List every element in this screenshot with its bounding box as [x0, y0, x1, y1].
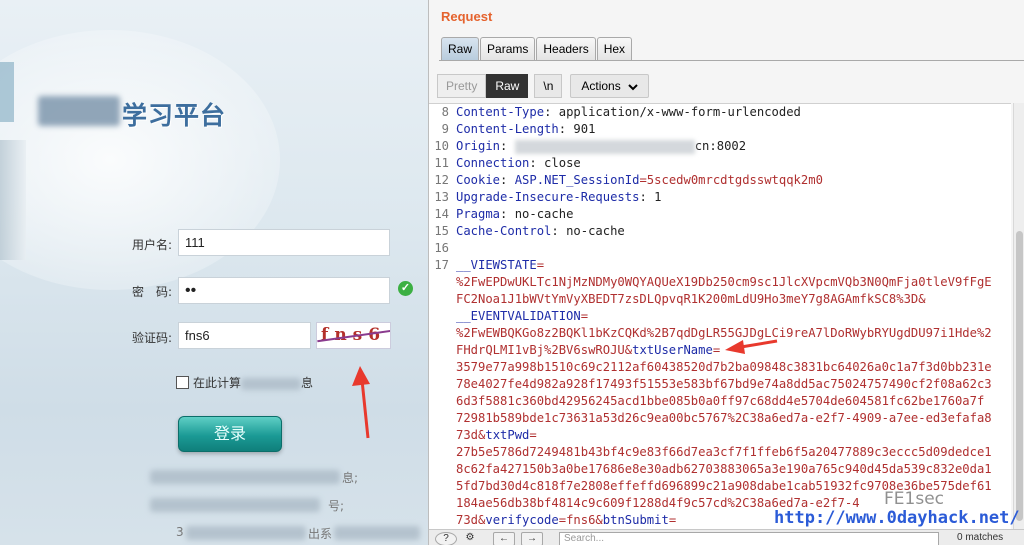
editor-bottom-bar: ? ⚙ ← → Search... 0 matches — [429, 529, 1024, 545]
login-page-panel: 学习平台 用户名: 111 密 码: •• ✓ 验证码: fns6 fns6 在… — [0, 0, 428, 545]
red-arrow-annotation — [725, 339, 778, 354]
match-count: 0 matches — [957, 532, 1004, 543]
search-input[interactable]: Search... — [559, 532, 939, 545]
help-icon[interactable]: ? — [435, 532, 457, 545]
forward-arrow-icon[interactable]: → — [521, 532, 543, 545]
burp-request-panel: Request Raw Params Headers Hex Pretty Ra… — [428, 0, 1024, 545]
red-arrow-annotation — [352, 366, 370, 439]
settings-icon[interactable]: ⚙ — [459, 532, 481, 545]
back-arrow-icon[interactable]: ← — [493, 532, 515, 545]
